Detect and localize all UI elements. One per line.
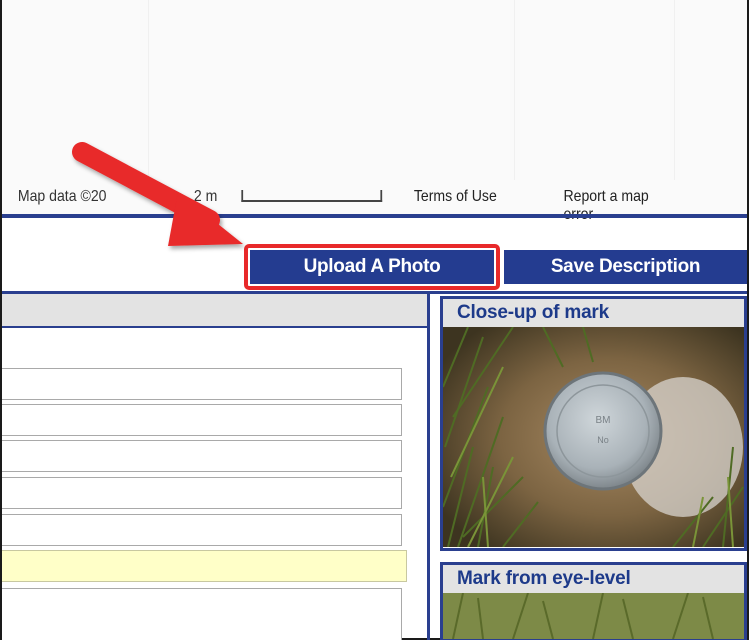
map-tile-edge xyxy=(674,0,675,180)
photo-card: Mark from eye-level xyxy=(440,562,747,640)
form-input-3[interactable] xyxy=(2,440,402,472)
grass-image xyxy=(443,593,744,639)
callout-highlight-box xyxy=(244,244,500,290)
closeup-mark-photo[interactable]: BM No xyxy=(443,327,744,547)
callout-arrow-icon xyxy=(72,142,243,246)
description-textarea[interactable] xyxy=(2,588,402,640)
form-input-1[interactable] xyxy=(2,368,402,400)
eye-level-photo[interactable] xyxy=(443,593,744,639)
photo-panel: Close-up of mark BM No Mark from eye-lev… xyxy=(440,294,747,640)
report-map-error-link[interactable]: Report a map error xyxy=(563,188,657,224)
photo-title: Mark from eye-level xyxy=(443,565,744,593)
photo-title: Close-up of mark xyxy=(443,299,744,327)
form-input-4[interactable] xyxy=(2,477,402,509)
save-description-button[interactable]: Save Description xyxy=(504,250,747,284)
benchmark-disk-image: BM No xyxy=(443,327,744,547)
terms-of-use-link[interactable]: Terms of Use xyxy=(414,188,497,206)
disk-text-1: BM xyxy=(596,415,611,426)
description-form xyxy=(2,294,430,640)
form-input-2[interactable] xyxy=(2,404,402,436)
form-input-highlighted[interactable] xyxy=(2,550,407,582)
form-header xyxy=(2,294,427,328)
disk-text-2: No xyxy=(597,435,609,445)
form-input-5[interactable] xyxy=(2,514,402,546)
map-tile-edge xyxy=(514,0,515,180)
photo-card: Close-up of mark BM No xyxy=(440,296,747,551)
